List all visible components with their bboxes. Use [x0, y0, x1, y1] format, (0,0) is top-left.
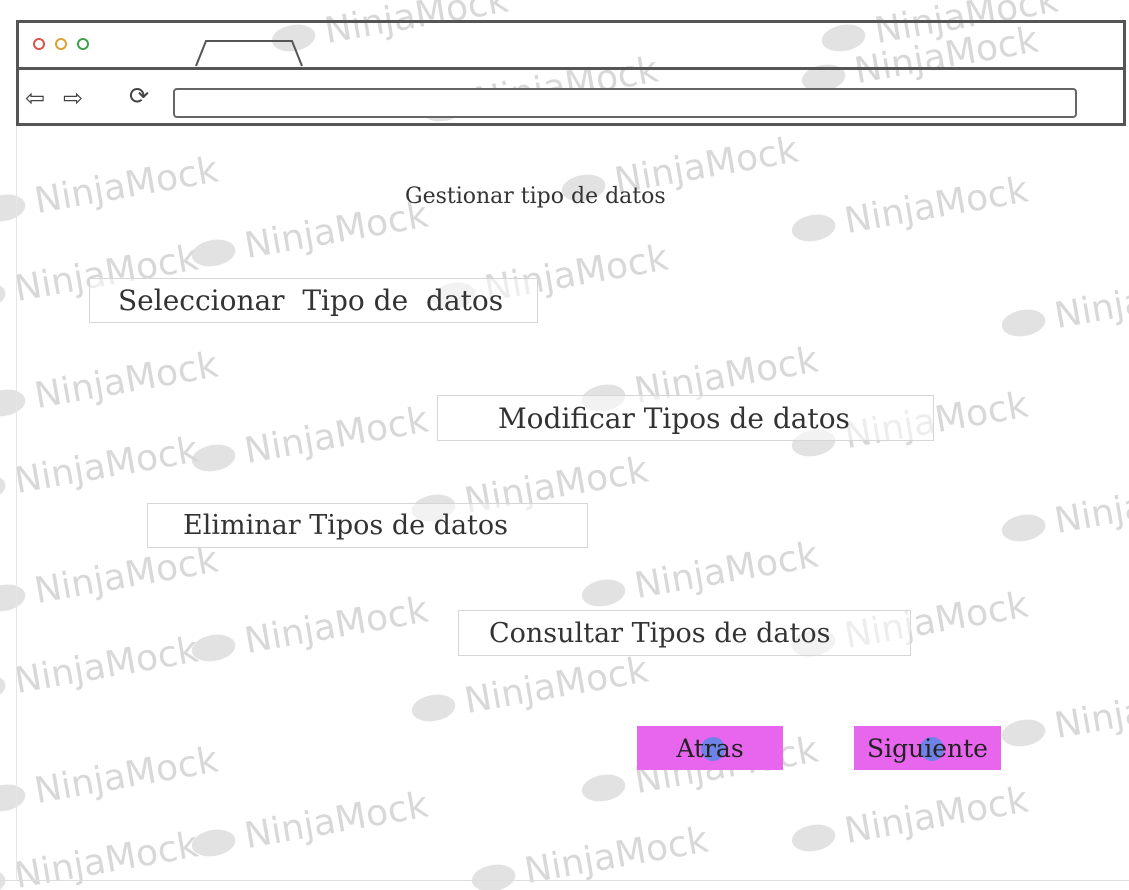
browser-tab[interactable] — [194, 37, 304, 67]
watermark: NinjaMock — [408, 650, 651, 732]
back-button[interactable]: Atras — [637, 726, 783, 770]
close-dot-icon[interactable] — [33, 38, 45, 50]
watermark: NinjaMock — [188, 590, 431, 672]
page-title: Gestionar tipo de datos — [405, 184, 666, 209]
modify-data-types-button[interactable]: Modificar Tipos de datos — [437, 395, 934, 441]
watermark: NinjaMock — [998, 470, 1129, 552]
consult-data-types-button[interactable]: Consultar Tipos de datos — [458, 610, 911, 656]
watermark: NinjaMock — [0, 630, 201, 712]
page-bottom-border — [0, 880, 1129, 881]
next-button-label: Siguiente — [867, 733, 988, 763]
select-data-type-button[interactable]: Seleccionar Tipo de datos — [89, 278, 538, 323]
watermark: NinjaMock — [998, 265, 1129, 347]
address-bar[interactable] — [173, 88, 1077, 118]
select-data-type-label: Seleccionar Tipo de datos — [118, 284, 504, 317]
watermark: NinjaMock — [188, 400, 431, 482]
watermark: NinjaMock — [188, 195, 431, 277]
back-arrow-icon[interactable]: ⇦ — [25, 86, 45, 110]
back-button-label: Atras — [676, 733, 744, 763]
delete-data-types-button[interactable]: Eliminar Tipos de datos — [147, 503, 588, 548]
watermark: NinjaMock — [0, 540, 221, 622]
delete-data-types-label: Eliminar Tipos de datos — [183, 510, 509, 541]
browser-window-frame: ⇦ ⇨ ⟳ — [16, 20, 1126, 126]
page-left-border — [16, 126, 17, 880]
minimize-dot-icon[interactable] — [55, 38, 67, 50]
watermark: NinjaMock — [0, 345, 221, 427]
watermark: NinjaMock — [788, 170, 1031, 252]
modify-data-types-label: Modificar Tipos de datos — [498, 401, 850, 435]
watermark: NinjaMock — [0, 150, 221, 232]
browser-nav-bar: ⇦ ⇨ ⟳ — [19, 70, 1123, 123]
forward-arrow-icon[interactable]: ⇨ — [63, 86, 83, 110]
watermark: NinjaMock — [188, 785, 431, 867]
maximize-dot-icon[interactable] — [77, 38, 89, 50]
watermark: NinjaMock — [788, 780, 1031, 862]
browser-title-bar — [19, 23, 1123, 70]
watermark: NinjaMock — [578, 535, 821, 617]
consult-data-types-label: Consultar Tipos de datos — [489, 617, 831, 649]
reload-icon[interactable]: ⟳ — [129, 84, 149, 108]
watermark: NinjaMock — [0, 740, 221, 822]
watermark: NinjaMock — [0, 430, 201, 512]
next-button[interactable]: Siguiente — [854, 726, 1001, 770]
watermark: NinjaMock — [998, 675, 1129, 757]
